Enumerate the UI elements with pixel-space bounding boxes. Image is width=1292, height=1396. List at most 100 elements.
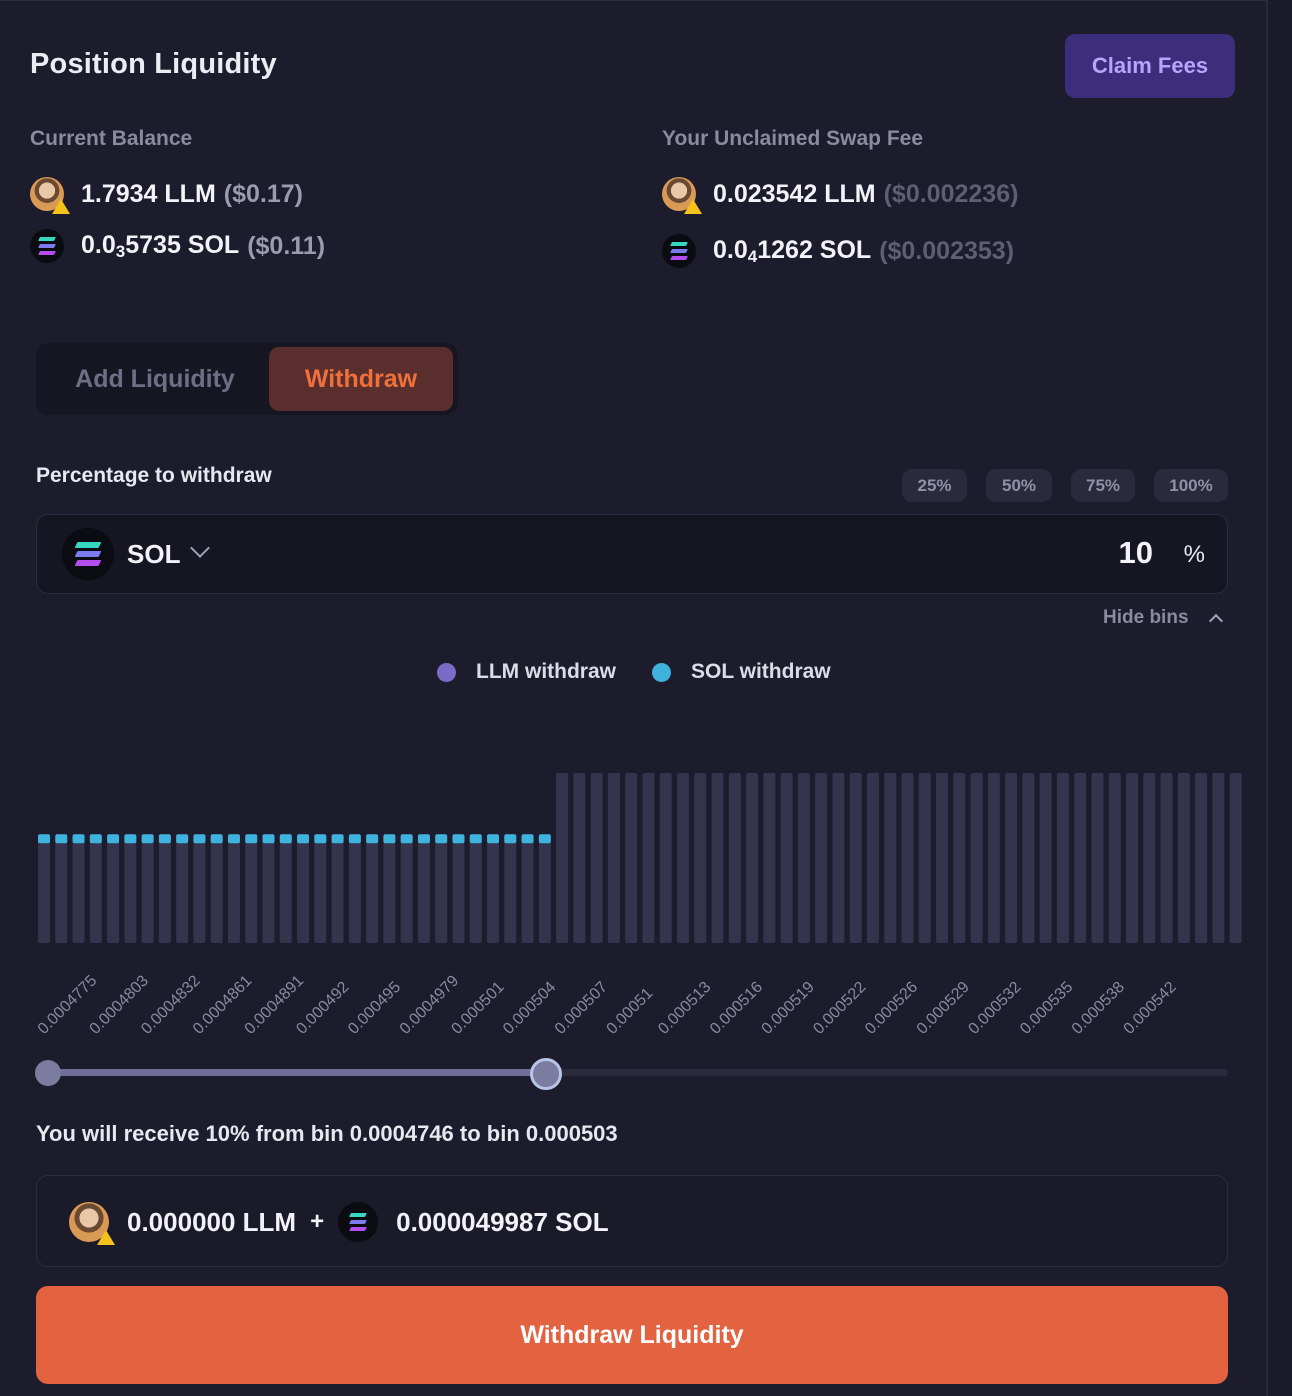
sol-withdraw-cap — [210, 834, 223, 844]
preset-25-button[interactable]: 25% — [902, 469, 967, 502]
bin-bar — [245, 834, 258, 943]
bin-tick-label: 0.000542 — [1121, 979, 1180, 1038]
legend-llm: LLM withdraw — [437, 660, 616, 684]
bin-bar — [107, 834, 120, 943]
bin-bar — [1143, 773, 1156, 943]
bin-bar — [1091, 773, 1104, 943]
sol-withdraw-cap — [538, 834, 551, 844]
bin-tick-label: 0.000495 — [345, 979, 404, 1038]
sol-withdraw-cap — [504, 834, 517, 844]
liquidity-tabs: Add Liquidity Withdraw — [36, 343, 458, 415]
bin-bar — [210, 834, 223, 943]
bin-bar — [607, 773, 620, 943]
bin-bar — [1229, 773, 1242, 943]
hide-bins-toggle[interactable]: Hide bins — [1103, 607, 1189, 629]
bin-bar — [1108, 773, 1121, 943]
percentage-label: Percentage to withdraw — [36, 464, 272, 487]
unclaimed-sol-amount: 0.041262 SOL — [713, 235, 872, 266]
sol-withdraw-cap — [521, 834, 534, 844]
preset-75-button[interactable]: 75% — [1071, 469, 1135, 502]
percent-value[interactable]: 10 — [1119, 535, 1153, 571]
bin-bar — [366, 834, 379, 943]
bin-bar — [1005, 773, 1018, 943]
bins-chart: 0.00047750.00048030.00048320.00048610.00… — [35, 773, 1242, 1038]
llm-token-icon — [69, 1202, 115, 1245]
legend-sol-dot — [652, 662, 671, 682]
sol-withdraw-cap — [469, 834, 482, 844]
sol-withdraw-cap — [400, 834, 413, 844]
sol-withdraw-cap — [38, 834, 50, 844]
bin-bar — [573, 773, 586, 943]
bin-bar — [124, 834, 137, 943]
preset-100-button[interactable]: 100% — [1154, 469, 1228, 502]
sol-withdraw-cap — [262, 834, 275, 844]
bin-bar — [763, 773, 776, 943]
sol-token-icon — [338, 1202, 379, 1242]
page-title: Position Liquidity — [30, 48, 277, 80]
balance-sol-usd: ($0.11) — [247, 231, 326, 260]
bin-bar — [504, 834, 517, 943]
bin-bar — [728, 773, 741, 943]
bin-bar — [625, 773, 638, 943]
sol-withdraw-cap — [55, 834, 68, 844]
bin-bar — [176, 834, 189, 943]
bin-tick-label: 0.000529 — [914, 979, 973, 1038]
bin-bar — [262, 834, 275, 943]
bin-bar — [936, 773, 949, 943]
bin-bar — [797, 773, 810, 943]
bin-bar — [1212, 773, 1225, 943]
bin-bar — [556, 773, 569, 943]
bin-bar — [1022, 773, 1035, 943]
balance-sol-amount: 0.035735 SOL — [81, 230, 240, 261]
bin-bar — [417, 834, 430, 943]
bin-tick-label: 0.000526 — [862, 979, 921, 1038]
sol-withdraw-cap — [279, 834, 292, 844]
preset-50-button[interactable]: 50% — [986, 469, 1052, 502]
bin-bar — [1195, 773, 1208, 943]
bin-tick-label: 0.000522 — [810, 979, 869, 1038]
bin-bar — [1074, 773, 1087, 943]
tab-add-liquidity[interactable]: Add Liquidity — [40, 347, 270, 411]
unclaimed-sol-row: 0.041262 SOL ($0.002353) — [662, 234, 1014, 268]
sol-withdraw-cap — [297, 834, 310, 844]
token-select[interactable]: SOL — [127, 539, 180, 570]
sol-withdraw-cap — [417, 834, 430, 844]
receive-llm-amount: 0.000000 LLM — [127, 1206, 297, 1237]
bin-bar — [227, 834, 240, 943]
percent-sign: % — [1183, 541, 1205, 568]
sol-withdraw-cap — [141, 834, 154, 844]
withdraw-percent-input[interactable]: SOL 10 % — [36, 514, 1228, 594]
current-balance-label: Current Balance — [30, 127, 193, 150]
unclaimed-fee-label: Your Unclaimed Swap Fee — [662, 127, 924, 150]
sol-withdraw-cap — [331, 834, 344, 844]
bin-bar — [1039, 773, 1052, 943]
scroll-edge — [1266, 0, 1292, 1396]
bin-bar — [953, 773, 966, 943]
range-handle-end[interactable] — [530, 1058, 562, 1090]
bin-tick-label: 0.000513 — [655, 979, 714, 1038]
balance-llm-amount: 1.7934 LLM — [81, 179, 216, 208]
bin-bar — [55, 834, 68, 943]
bin-bar — [521, 834, 534, 943]
bin-bar — [435, 834, 448, 943]
sol-withdraw-cap — [107, 834, 120, 844]
bin-bar — [1177, 773, 1190, 943]
bin-bar — [815, 773, 828, 943]
bin-bar — [72, 834, 85, 943]
balance-sol-row: 0.035735 SOL ($0.11) — [30, 229, 325, 263]
bin-bar — [89, 834, 102, 943]
claim-fees-button[interactable]: Claim Fees — [1065, 34, 1235, 98]
bin-bar — [279, 834, 292, 943]
tab-withdraw[interactable]: Withdraw — [269, 347, 453, 411]
sol-withdraw-cap — [176, 834, 189, 844]
sol-withdraw-cap — [487, 834, 500, 844]
bin-bar — [884, 773, 897, 943]
bin-tick-label: 0.000516 — [707, 979, 766, 1038]
range-handle-start[interactable] — [35, 1060, 61, 1086]
chevron-down-icon[interactable] — [190, 538, 210, 558]
withdraw-liquidity-button[interactable]: Withdraw Liquidity — [36, 1286, 1228, 1384]
bin-bar — [452, 834, 465, 943]
warning-icon — [684, 199, 702, 214]
plus-sign: + — [310, 1208, 325, 1235]
bin-bar — [487, 834, 500, 943]
